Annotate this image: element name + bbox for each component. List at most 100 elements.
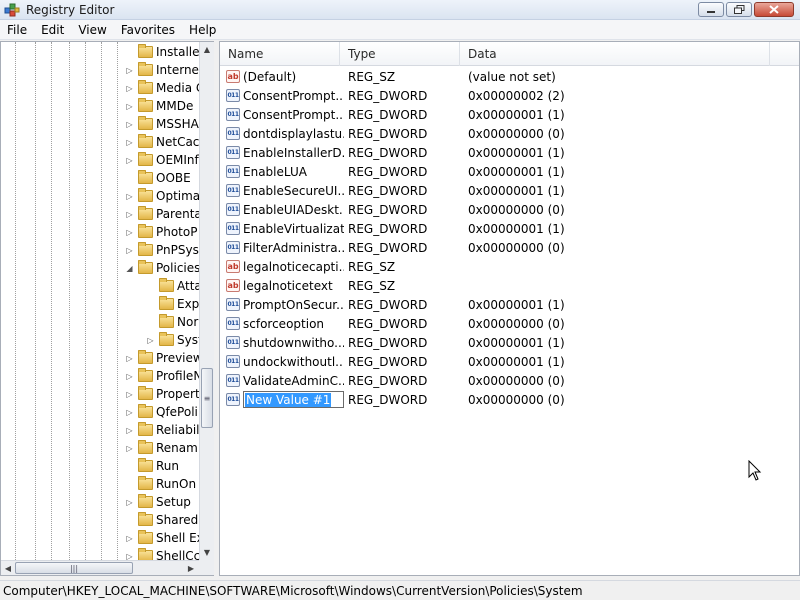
value-row[interactable]: 011 scforceoption REG_DWORD 0x00000000 (0): [220, 314, 799, 333]
tree-item[interactable]: ▷ Reliabil: [125, 421, 199, 439]
folder-icon: [138, 170, 153, 184]
tree-item[interactable]: ▷ Parenta: [125, 205, 199, 223]
tree-item[interactable]: ▷ Optima: [125, 187, 199, 205]
menu-help[interactable]: Help: [182, 20, 223, 40]
tree-item-label: Parenta: [156, 207, 199, 221]
restore-button[interactable]: [726, 2, 752, 17]
value-row[interactable]: 011 EnableUIADeskt... REG_DWORD 0x00000000 …: [220, 200, 799, 219]
tree-expander-icon[interactable]: ▷: [125, 102, 134, 111]
tree-item[interactable]: ▷ Media C: [125, 79, 199, 97]
tree-expander-icon[interactable]: ▷: [125, 120, 134, 129]
value-data: 0x00000000 (0): [468, 202, 565, 217]
tree-expander-icon[interactable]: ▷: [125, 138, 134, 147]
scroll-down-arrow-icon[interactable]: ▼: [200, 545, 214, 559]
tree-item-label: ProfileN: [156, 369, 199, 383]
value-row[interactable]: 011 ConsentPrompt... REG_DWORD 0x00000002 (…: [220, 86, 799, 105]
tree-item[interactable]: ▷ Syst: [146, 331, 199, 349]
value-row[interactable]: ab legalnoticecapti... REG_SZ: [220, 257, 799, 276]
tree-expander-icon[interactable]: ▷: [125, 498, 134, 507]
menu-file[interactable]: File: [0, 20, 34, 40]
scroll-up-arrow-icon[interactable]: ▲: [200, 42, 214, 56]
value-row[interactable]: ab legalnoticetext REG_SZ: [220, 276, 799, 295]
tree-expander-icon[interactable]: ▷: [125, 66, 134, 75]
value-row[interactable]: ab (Default) REG_SZ (value not set): [220, 67, 799, 86]
tree-expander-icon[interactable]: ▷: [125, 246, 134, 255]
folder-icon: [159, 278, 174, 292]
key-tree-pane[interactable]: Installe ▷ Interne ▷ Media C ▷ MMDe ▷ MSSHA ▷ NetC…: [0, 41, 214, 576]
tree-expander-icon[interactable]: ▷: [125, 372, 134, 381]
tree-expander-icon[interactable]: ▷: [125, 156, 134, 165]
tree-item[interactable]: RunOn: [125, 475, 196, 493]
value-row[interactable]: 011 New Value #1 REG_DWORD 0x00000000 (0): [220, 390, 799, 409]
tree-vertical-scroll-thumb[interactable]: ≡: [201, 368, 213, 428]
rename-input[interactable]: New Value #1: [243, 391, 344, 408]
tree-item[interactable]: SharedI: [125, 511, 199, 529]
value-row[interactable]: 011 dontdisplaylastu... REG_DWORD 0x0000000…: [220, 124, 799, 143]
tree-item[interactable]: Atta: [146, 277, 199, 295]
tree-item[interactable]: ▷ Propert: [125, 385, 199, 403]
tree-item[interactable]: ▷ NetCac: [125, 133, 199, 151]
value-row[interactable]: 011 undockwithoutl... REG_DWORD 0x00000001 …: [220, 352, 799, 371]
tree-expander-icon[interactable]: ▷: [125, 354, 134, 363]
tree-item[interactable]: ▷ OEMInf: [125, 151, 199, 169]
value-row[interactable]: 011 PromptOnSecur... REG_DWORD 0x00000001 (…: [220, 295, 799, 314]
tree-item[interactable]: ◢ Policies: [125, 259, 199, 277]
tree-item[interactable]: ▷ PhotoP: [125, 223, 197, 241]
menu-view[interactable]: View: [71, 20, 113, 40]
value-row[interactable]: 011 shutdownwitho... REG_DWORD 0x00000001 (…: [220, 333, 799, 352]
tree-expander-icon[interactable]: ▷: [125, 228, 134, 237]
tree-item[interactable]: ▷ MMDe: [125, 97, 193, 115]
minimize-button[interactable]: [698, 2, 724, 17]
tree-item[interactable]: ▷ MSSHA: [125, 115, 199, 133]
tree-item[interactable]: OOBE: [125, 169, 191, 187]
scroll-right-arrow-icon[interactable]: ▶: [184, 561, 198, 575]
column-header-name[interactable]: Name: [220, 42, 340, 66]
tree-expander-icon[interactable]: ◢: [125, 264, 134, 273]
value-data: 0x00000001 (1): [468, 145, 565, 160]
menu-edit[interactable]: Edit: [34, 20, 71, 40]
value-row[interactable]: 011 ConsentPrompt... REG_DWORD 0x00000001 (…: [220, 105, 799, 124]
tree-expander-icon[interactable]: ▷: [125, 210, 134, 219]
tree-item[interactable]: ▷ Renam: [125, 439, 198, 457]
tree-item[interactable]: ▷ ShellCc: [125, 547, 199, 560]
close-button[interactable]: [754, 2, 794, 17]
tree-horizontal-scroll-thumb[interactable]: |||: [15, 562, 133, 574]
value-row[interactable]: 011 ValidateAdminC... REG_DWORD 0x00000000 …: [220, 371, 799, 390]
tree-item[interactable]: Run: [125, 457, 179, 475]
tree-expander-icon[interactable]: ▷: [125, 408, 134, 417]
tree-expander-icon[interactable]: ▷: [125, 84, 134, 93]
tree-item[interactable]: Installe: [125, 43, 199, 61]
menu-favorites[interactable]: Favorites: [114, 20, 182, 40]
tree-expander-icon[interactable]: ▷: [146, 336, 155, 345]
value-row[interactable]: 011 FilterAdministra... REG_DWORD 0x0000000…: [220, 238, 799, 257]
tree-expander-icon[interactable]: ▷: [125, 426, 134, 435]
values-list-pane[interactable]: Name Type Data ab (Default) REG_SZ (value n…: [219, 41, 800, 576]
tree-expander-icon[interactable]: ▷: [125, 534, 134, 543]
value-row[interactable]: 011 EnableSecureUI... REG_DWORD 0x00000001 …: [220, 181, 799, 200]
tree-item[interactable]: Exp: [146, 295, 199, 313]
value-name: scforceoption: [243, 316, 325, 331]
tree-vertical-scrollbar[interactable]: ▲ ≡ ▼: [199, 42, 214, 560]
tree-expander-icon[interactable]: ▷: [125, 552, 134, 561]
value-name-cell: 011 dontdisplaylastu...: [226, 127, 344, 141]
tree-item[interactable]: Nor: [146, 313, 198, 331]
tree-item[interactable]: ▷ Setup: [125, 493, 191, 511]
tree-item[interactable]: ▷ PnPSys: [125, 241, 199, 259]
value-row[interactable]: 011EnableVirtualizat... REG_DWORD 0x000000…: [220, 219, 799, 238]
tree-expander-icon[interactable]: ▷: [125, 444, 134, 453]
tree-expander-icon[interactable]: ▷: [125, 192, 134, 201]
column-header-type[interactable]: Type: [340, 42, 460, 66]
value-row[interactable]: 011 EnableInstallerD... REG_DWORD 0x0000000…: [220, 143, 799, 162]
folder-icon: [138, 260, 153, 274]
tree-horizontal-scrollbar[interactable]: ◀ ||| ▶: [1, 560, 199, 575]
tree-item[interactable]: ▷ ProfileN: [125, 367, 199, 385]
tree-expander-icon[interactable]: ▷: [125, 390, 134, 399]
tree-item[interactable]: ▷ QfePoli: [125, 403, 198, 421]
value-name: (Default): [243, 69, 297, 84]
value-row[interactable]: 011 EnableLUA REG_DWORD 0x00000001 (1): [220, 162, 799, 181]
column-header-data[interactable]: Data: [460, 42, 770, 66]
scroll-left-arrow-icon[interactable]: ◀: [1, 561, 15, 575]
tree-item[interactable]: ▷ Shell Ex: [125, 529, 199, 547]
tree-item[interactable]: ▷ Interne: [125, 61, 199, 79]
tree-item[interactable]: ▷ Preview: [125, 349, 199, 367]
